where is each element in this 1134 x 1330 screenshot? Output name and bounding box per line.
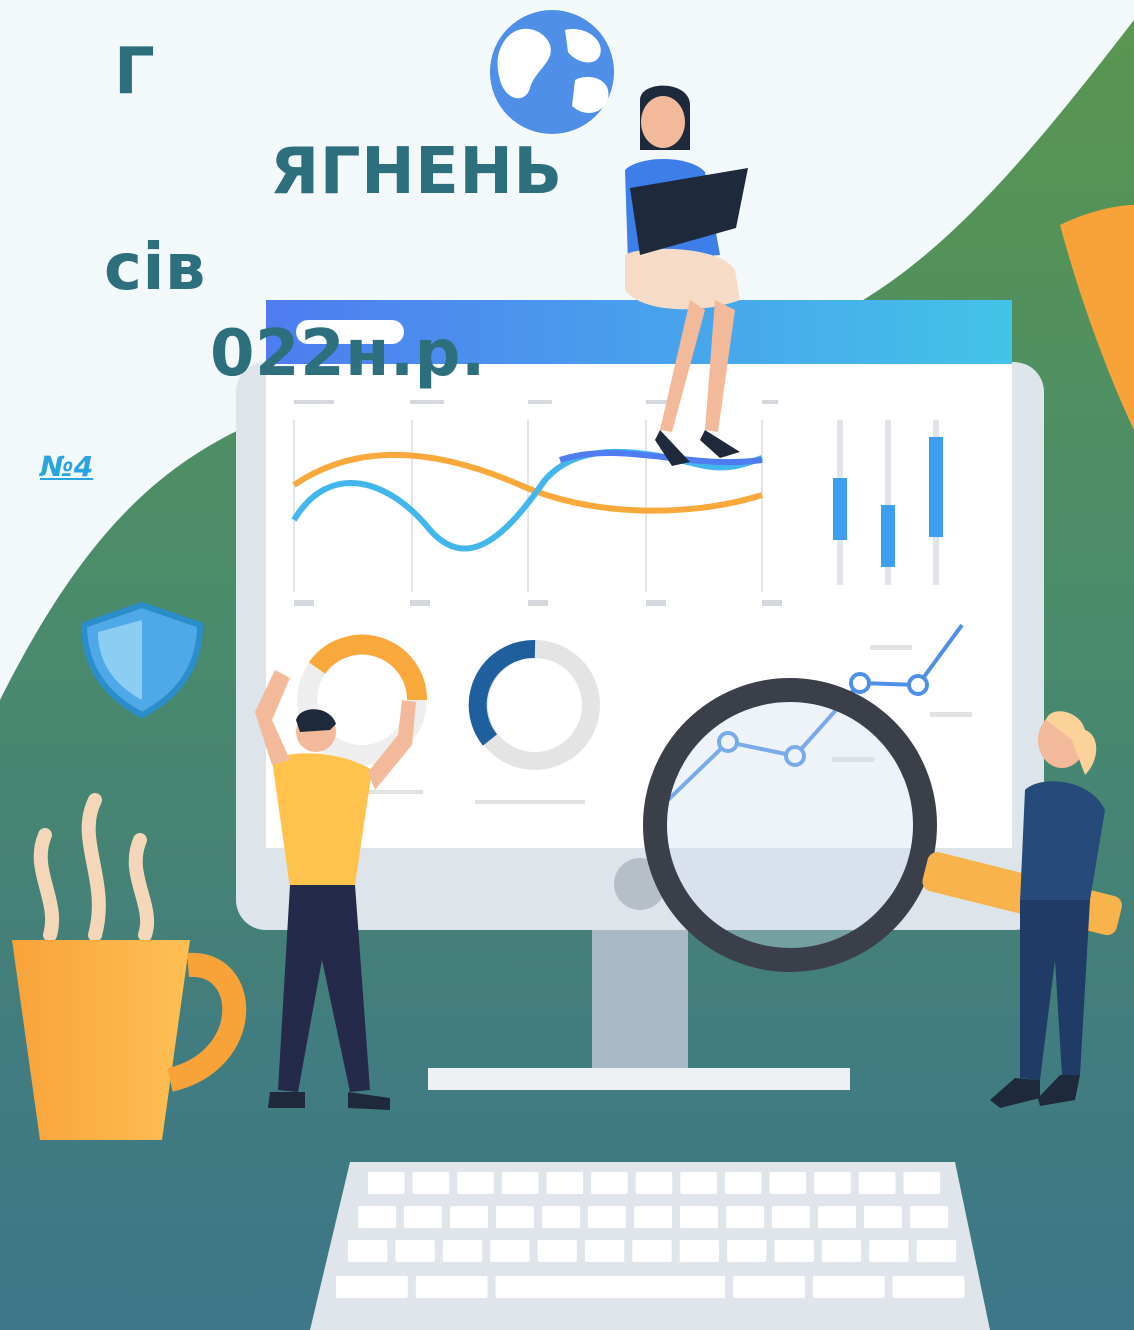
title-line-1: Г bbox=[114, 35, 156, 109]
keyboard-key bbox=[537, 1240, 577, 1262]
keyboard-key bbox=[727, 1240, 767, 1262]
keyboard-key bbox=[588, 1206, 626, 1228]
title-line-2: ЯГНЕНЬ bbox=[270, 135, 563, 209]
keyboard-key bbox=[724, 1172, 762, 1194]
keyboard-key bbox=[542, 1206, 580, 1228]
keyboard-key bbox=[679, 1240, 720, 1262]
keyboard-key bbox=[415, 1276, 488, 1298]
keyboard-key bbox=[336, 1276, 408, 1298]
illustration bbox=[0, 10, 1134, 1330]
keyboard-key bbox=[892, 1276, 965, 1298]
keyboard-icon bbox=[310, 1162, 990, 1330]
keyboard-key bbox=[814, 1172, 851, 1194]
keyboard-key bbox=[442, 1240, 483, 1262]
keyboard-key bbox=[772, 1206, 810, 1228]
keyboard-key bbox=[584, 1240, 625, 1262]
keyboard-key bbox=[910, 1206, 948, 1228]
keyboard-key bbox=[348, 1240, 388, 1262]
keyboard-key bbox=[496, 1206, 534, 1228]
keyboard-key bbox=[903, 1172, 940, 1194]
keyboard-key bbox=[412, 1172, 450, 1194]
keyboard-key bbox=[916, 1240, 956, 1262]
keyboard-key bbox=[632, 1240, 672, 1262]
keyboard-key bbox=[457, 1172, 494, 1194]
keyboard-key bbox=[450, 1206, 488, 1228]
keyboard-key bbox=[769, 1172, 807, 1194]
title-line-3: сів bbox=[104, 231, 206, 305]
keyboard-key bbox=[404, 1206, 442, 1228]
keyboard-key bbox=[821, 1240, 862, 1262]
keyboard-key bbox=[680, 1172, 717, 1194]
school-number-link[interactable]: №4 bbox=[40, 450, 93, 483]
keyboard-key bbox=[869, 1240, 909, 1262]
keyboard-key bbox=[635, 1172, 673, 1194]
keyboard-key bbox=[680, 1206, 718, 1228]
keyboard-key bbox=[591, 1172, 628, 1194]
globe-icon bbox=[490, 10, 614, 134]
title-line-4: 022н.р. bbox=[210, 317, 486, 391]
keyboard-key bbox=[733, 1276, 805, 1298]
keyboard-key bbox=[368, 1172, 405, 1194]
keyboard-key bbox=[864, 1206, 902, 1228]
keyboard-key bbox=[726, 1206, 764, 1228]
keyboard-key bbox=[546, 1172, 584, 1194]
keyboard-key bbox=[495, 1276, 726, 1298]
keyboard-key bbox=[395, 1240, 435, 1262]
keyboard-key bbox=[490, 1240, 530, 1262]
keyboard-key bbox=[501, 1172, 539, 1194]
keyboard-key bbox=[818, 1206, 856, 1228]
keyboard-key bbox=[774, 1240, 814, 1262]
keyboard-key bbox=[812, 1276, 885, 1298]
keyboard-key bbox=[358, 1206, 396, 1228]
keyboard-key bbox=[634, 1206, 672, 1228]
keyboard-key bbox=[858, 1172, 896, 1194]
